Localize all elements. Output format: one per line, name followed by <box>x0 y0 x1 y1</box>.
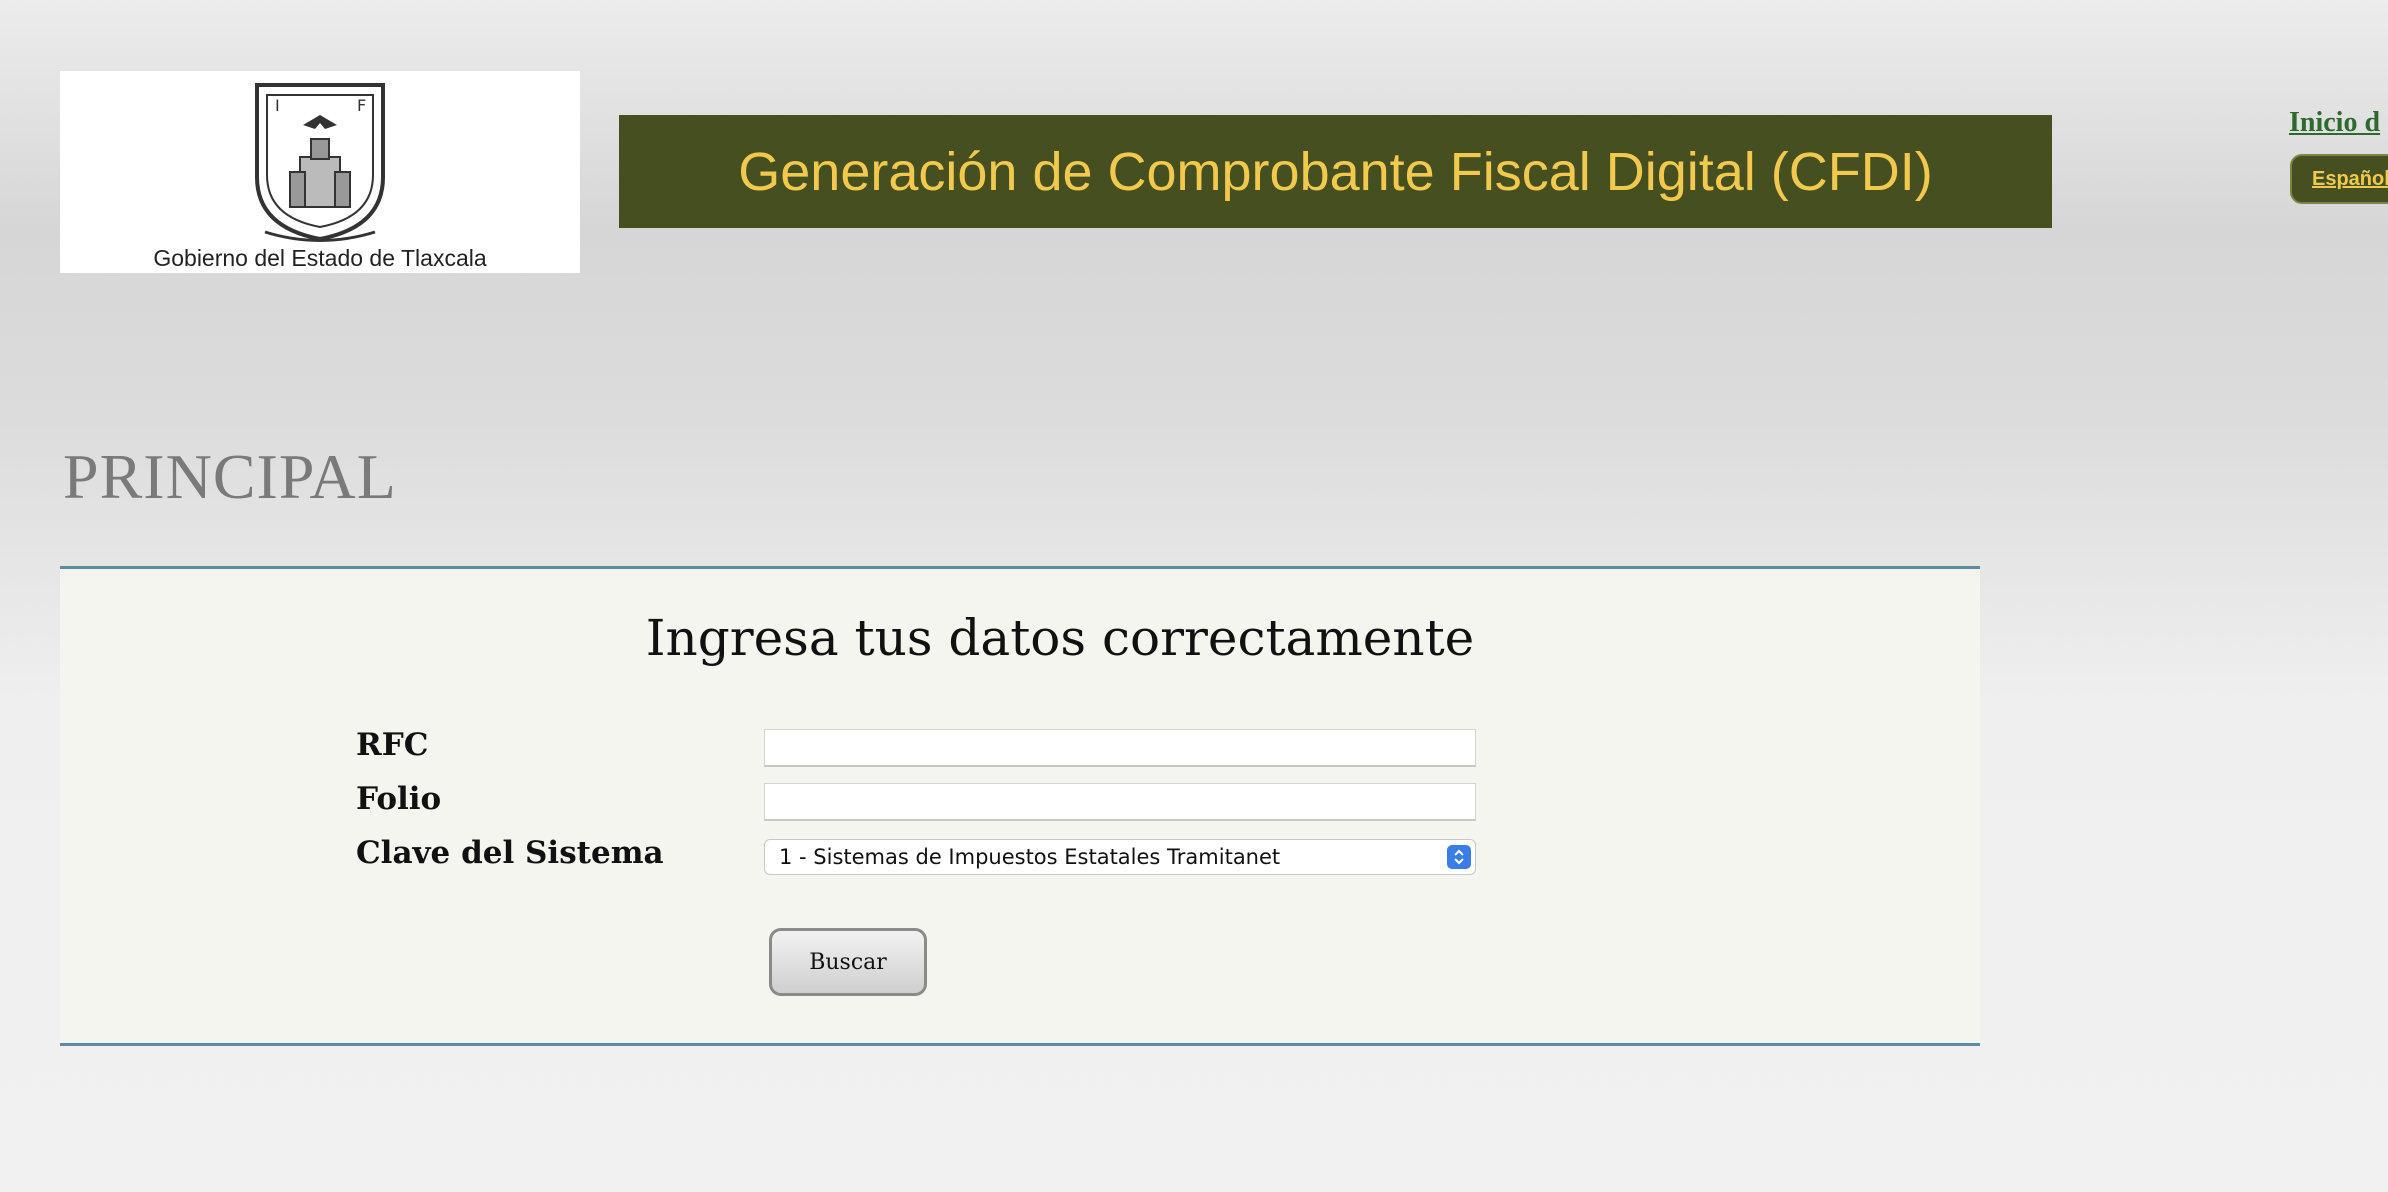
rfc-label: RFC <box>356 727 429 763</box>
form-panel: Ingresa tus datos correctamente RFC Foli… <box>60 566 1980 1046</box>
banner-title: Generación de Comprobante Fiscal Digital… <box>738 141 1933 202</box>
language-button[interactable]: Español <box>2290 154 2388 204</box>
select-chevrons-icon <box>1447 845 1471 869</box>
page-title: PRINCIPAL <box>63 441 397 512</box>
tlaxcala-logo: I F Gobierno del Estado de Tlaxcala <box>60 71 580 273</box>
svg-text:F: F <box>357 96 366 115</box>
buscar-button[interactable]: Buscar <box>769 928 927 996</box>
folio-label: Folio <box>356 781 442 817</box>
svg-text:I: I <box>275 96 280 115</box>
logo-caption: Gobierno del Estado de Tlaxcala <box>153 245 487 271</box>
title-banner: Generación de Comprobante Fiscal Digital… <box>619 115 2052 228</box>
coat-of-arms-icon: I F <box>255 83 385 242</box>
folio-input[interactable] <box>764 783 1476 821</box>
clave-sistema-label: Clave del Sistema <box>356 835 664 871</box>
rfc-input[interactable] <box>764 729 1476 767</box>
clave-sistema-selected-value: 1 - Sistemas de Impuestos Estatales Tram… <box>779 845 1281 869</box>
form-title: Ingresa tus datos correctamente <box>645 609 1475 667</box>
clave-sistema-select[interactable]: 1 - Sistemas de Impuestos Estatales Tram… <box>764 839 1476 875</box>
inicio-link[interactable]: Inicio d <box>2289 107 2380 139</box>
